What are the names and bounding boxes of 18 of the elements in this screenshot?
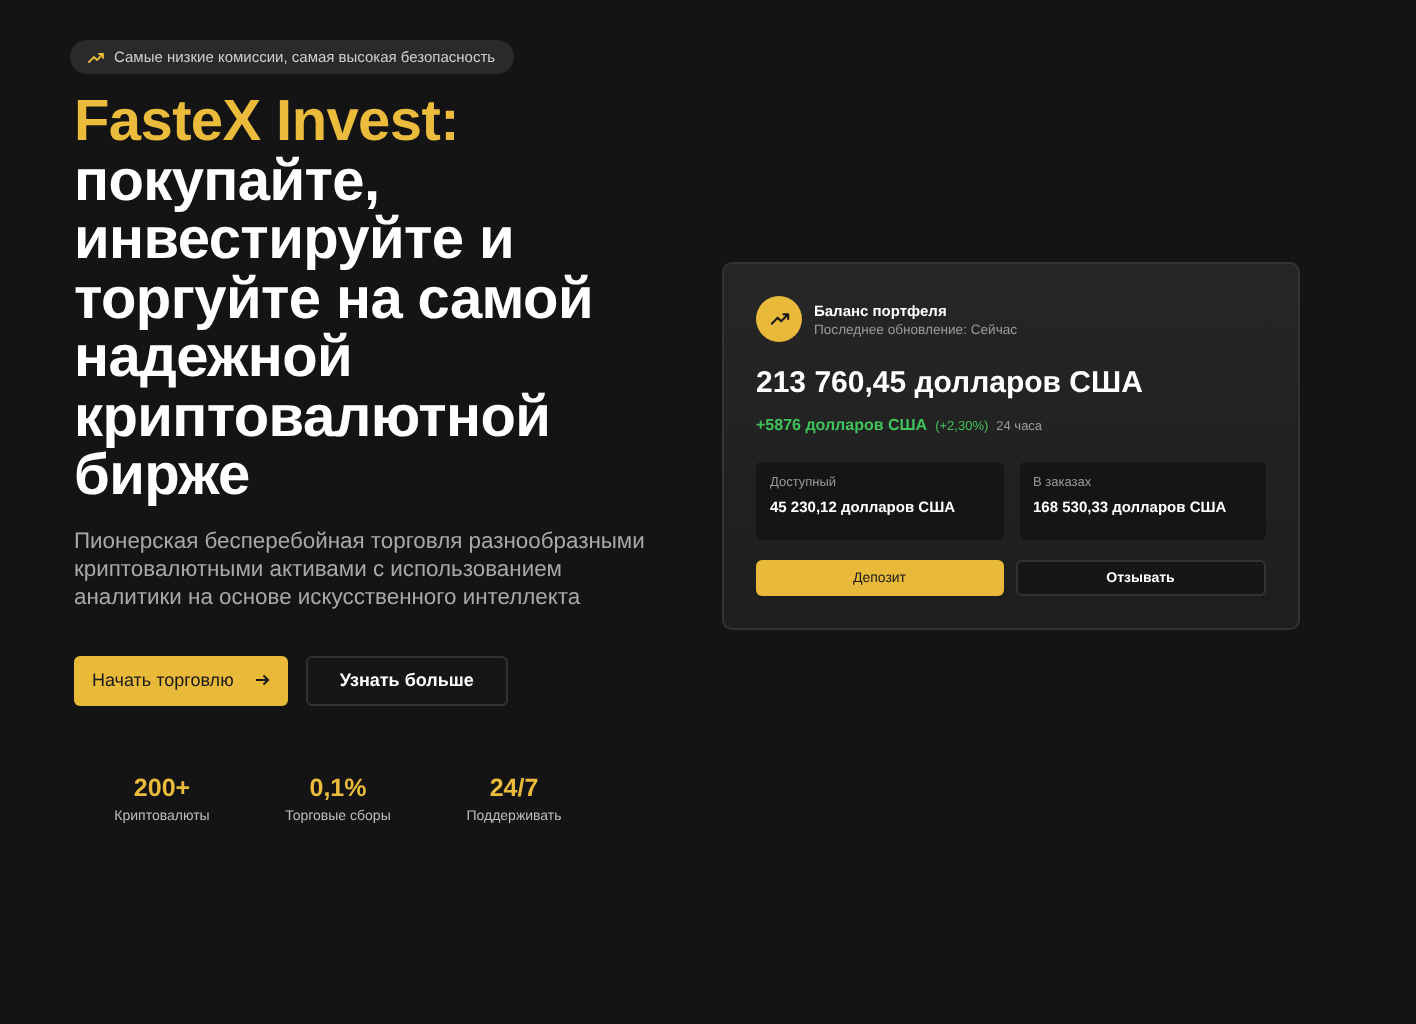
stat-value: 24/7: [489, 773, 539, 801]
secondary-button[interactable]: Узнать больше: [305, 655, 508, 705]
trend-icon: [88, 51, 104, 63]
change-amount: +5876 долларов США: [756, 416, 928, 434]
primary-button[interactable]: Начать торговлю: [74, 655, 288, 705]
stat-value: 200+: [133, 773, 191, 801]
trend-line-icon: [769, 312, 789, 326]
headline-line: инвестируйте и: [74, 212, 516, 271]
headline-line: бирже: [74, 448, 250, 507]
arrow-right-icon: [253, 674, 270, 686]
headline-line: торгуйте на самой: [74, 271, 595, 330]
headline-line: криптовалютной: [74, 389, 553, 448]
description: Пионерская бесперебойная торговля разнообразными криптовалютными активами с использованием аналитики на основе искусственного интеллекта: [74, 527, 647, 611]
brand-heading: FasteX Invest:: [74, 94, 461, 153]
headline-line: надежной: [74, 330, 355, 389]
balance-amount: 213 760,45 долларов США: [756, 366, 1145, 400]
headline-line: покупайте,: [74, 153, 382, 212]
stat-value: 0,1%: [309, 773, 367, 801]
